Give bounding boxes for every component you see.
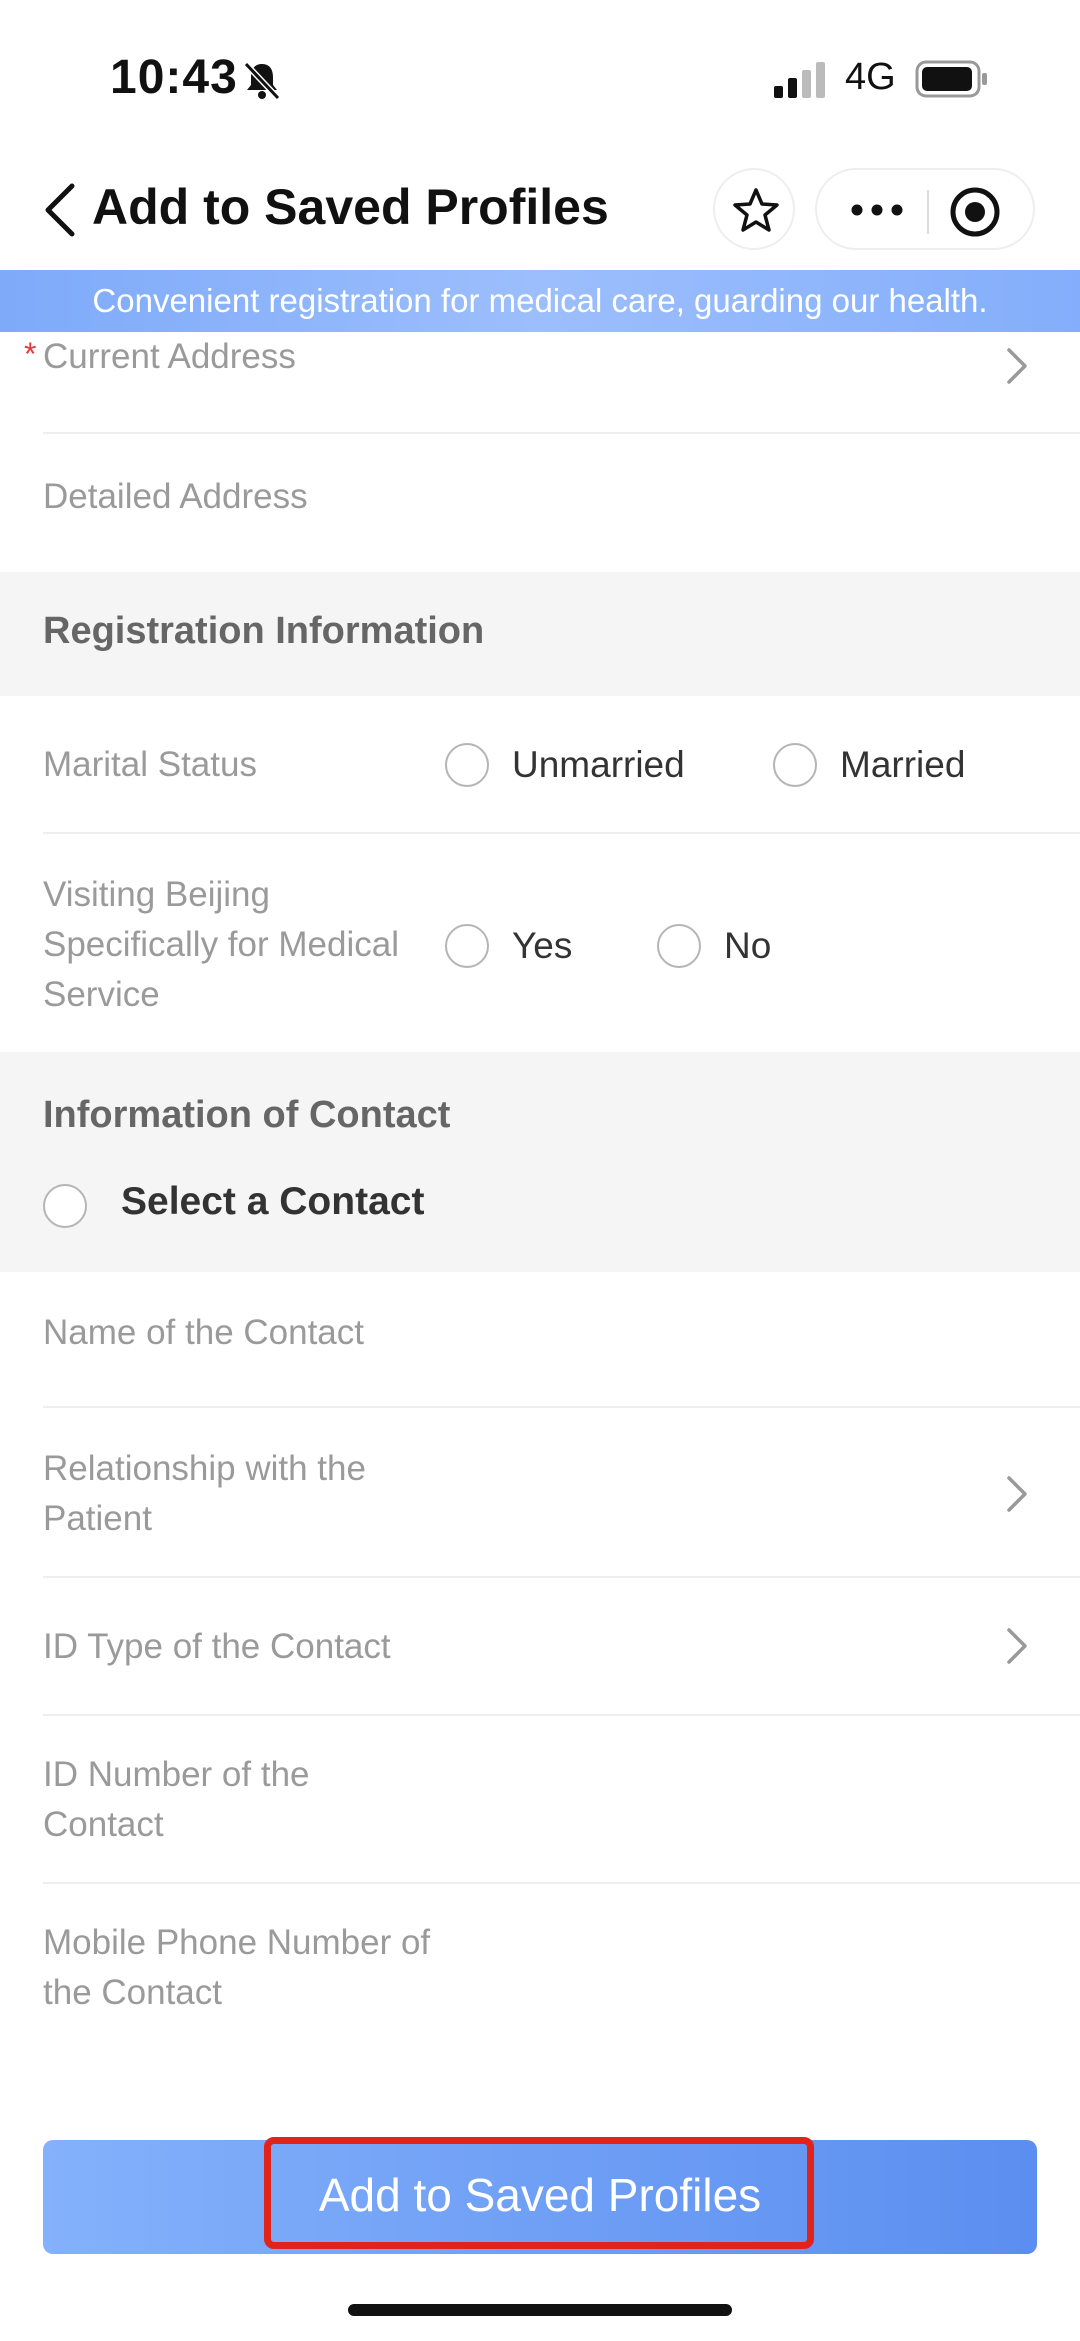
- detailed-address-row[interactable]: Detailed Address: [0, 434, 1080, 572]
- current-address-label: Current Address: [43, 337, 296, 376]
- mobile-phone-label: Mobile Phone Number of the Contact: [43, 1923, 431, 2012]
- network-type: 4G: [845, 56, 896, 98]
- current-address-row[interactable]: * Current Address: [0, 332, 1080, 434]
- visiting-yes-radio[interactable]: [445, 924, 489, 968]
- highlight-box: [264, 2137, 814, 2249]
- contact-section-title: Information of Contact: [43, 1094, 451, 1136]
- more-options-icon[interactable]: [847, 192, 907, 228]
- married-radio[interactable]: [773, 743, 817, 787]
- visiting-no-label[interactable]: No: [724, 925, 771, 967]
- relationship-label: Relationship with the Patient: [43, 1449, 366, 1538]
- visiting-yes-label[interactable]: Yes: [512, 925, 572, 967]
- id-number-label: ID Number of the Contact: [43, 1755, 310, 1844]
- status-bar: 10:43 4G: [0, 0, 1080, 150]
- status-time: 10:43: [110, 51, 238, 104]
- marital-status-row: Marital Status Unmarried Married: [0, 696, 1080, 834]
- chevron-right-icon: [1007, 348, 1027, 384]
- chevron-right-icon: [1007, 1476, 1027, 1512]
- visiting-no-radio[interactable]: [657, 924, 701, 968]
- mini-program-capsule: [815, 168, 1035, 250]
- capsule-divider: [927, 190, 929, 234]
- bell-muted-icon: [243, 61, 281, 101]
- favorite-button[interactable]: [713, 168, 795, 250]
- detailed-address-label: Detailed Address: [43, 477, 308, 516]
- registration-section-header: Registration Information: [0, 572, 1080, 696]
- select-contact-label[interactable]: Select a Contact: [121, 1180, 424, 1224]
- required-mark: *: [24, 336, 37, 372]
- id-number-row[interactable]: ID Number of the Contact: [0, 1716, 1080, 1884]
- battery-icon: [915, 60, 987, 98]
- unmarried-label[interactable]: Unmarried: [512, 744, 685, 786]
- home-indicator: [348, 2304, 732, 2316]
- nav-bar: Add to Saved Profiles: [0, 150, 1080, 270]
- id-type-label: ID Type of the Contact: [43, 1627, 391, 1666]
- info-banner: Convenient registration for medical care…: [0, 270, 1080, 332]
- relationship-row[interactable]: Relationship with the Patient: [0, 1408, 1080, 1578]
- contact-section-header: Information of Contact Select a Contact: [0, 1052, 1080, 1272]
- visiting-beijing-label: Visiting Beijing Specifically for Medica…: [43, 875, 399, 1014]
- marital-status-label: Marital Status: [43, 745, 257, 784]
- contact-name-label: Name of the Contact: [43, 1313, 364, 1352]
- contact-name-row[interactable]: Name of the Contact: [0, 1272, 1080, 1408]
- registration-section-title: Registration Information: [43, 610, 485, 652]
- chevron-right-icon: [1007, 1628, 1027, 1664]
- page-title: Add to Saved Profiles: [92, 179, 609, 235]
- unmarried-radio[interactable]: [445, 743, 489, 787]
- select-contact-radio[interactable]: [43, 1184, 87, 1228]
- visiting-beijing-row: Visiting Beijing Specifically for Medica…: [0, 834, 1080, 1052]
- star-icon: [733, 188, 779, 232]
- mobile-phone-row[interactable]: Mobile Phone Number of the Contact: [0, 1884, 1080, 2054]
- signal-icon: [774, 62, 825, 98]
- id-type-row[interactable]: ID Type of the Contact: [0, 1578, 1080, 1716]
- banner-text: Convenient registration for medical care…: [92, 282, 988, 319]
- close-mini-program-icon[interactable]: [947, 184, 1003, 240]
- back-arrow-icon[interactable]: [40, 180, 80, 240]
- married-label[interactable]: Married: [840, 744, 965, 786]
